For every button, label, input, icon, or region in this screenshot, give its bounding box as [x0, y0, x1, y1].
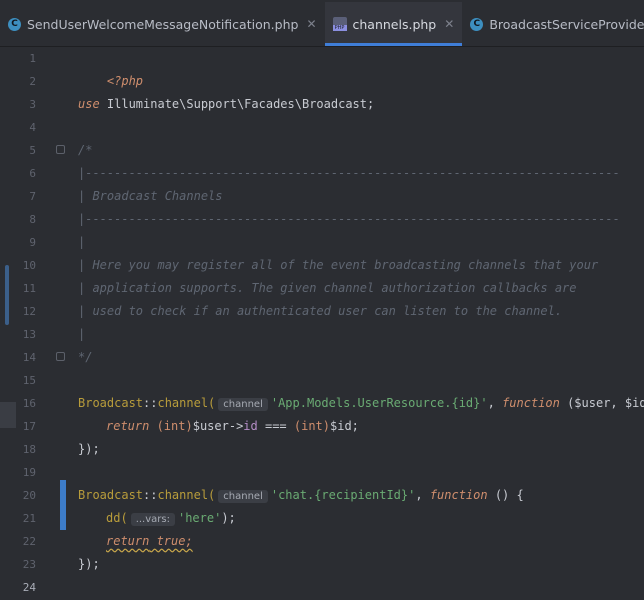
fold-toggle-icon[interactable] — [56, 145, 65, 154]
line-number: 14 — [22, 351, 36, 364]
php-file-icon — [332, 17, 347, 31]
line-number: 18 — [22, 443, 36, 456]
code-line-7: | Broadcast Channels — [78, 189, 223, 203]
return-keyword: return — [106, 534, 150, 548]
closure-args: () { — [487, 488, 524, 502]
tab-send-user-welcome[interactable]: C SendUserWelcomeMessageNotification.php… — [0, 2, 325, 46]
code-editor[interactable]: <?php use Illuminate\Support\Facades\Bro… — [66, 47, 644, 600]
code-line-11: | application supports. The given channe… — [78, 281, 577, 295]
tab-channels[interactable]: channels.php ✕ — [324, 2, 463, 46]
code-line-5: /* — [78, 143, 93, 157]
code-line-21: dd(...vars:'here'); — [106, 507, 236, 530]
class-ref: Broadcast — [78, 396, 144, 410]
function-keyword: function — [429, 488, 488, 502]
operator: -> — [228, 419, 244, 433]
tab-label: SendUserWelcomeMessageNotification.php — [27, 16, 299, 32]
boolean-literal: true; — [149, 534, 193, 548]
code-line-10: | Here you may register all of the event… — [78, 258, 599, 272]
tab-label: channels.php — [352, 16, 437, 32]
class-ref: Broadcast — [78, 488, 144, 502]
code-line-1: <?php — [78, 47, 143, 88]
line-number: 3 — [29, 98, 36, 111]
punctuation: , — [415, 488, 430, 502]
tab-label: BroadcastServiceProvider.php — [489, 16, 644, 32]
line-number: 11 — [22, 282, 36, 295]
return-keyword: return — [106, 419, 150, 433]
class-icon: C — [470, 17, 484, 31]
line-number: 21 — [22, 512, 36, 525]
line-number: 10 — [22, 259, 36, 272]
use-keyword: use — [78, 97, 100, 111]
parameter-hint: channel — [218, 490, 268, 503]
closure-args: ($user, $id) { — [567, 396, 644, 410]
line-number-gutter: 1 2 3 4 5 6 7 8 9 10 11 12 13 14 15 16 1… — [16, 47, 66, 600]
code-line-20: Broadcast::channel(channel'chat.{recipie… — [78, 484, 524, 507]
parameter-hint: channel — [218, 398, 268, 411]
left-tool-strip — [0, 47, 16, 600]
line-number: 13 — [22, 328, 36, 341]
variable: $id; — [330, 419, 359, 433]
string-literal: 'chat.{recipientId}' — [270, 488, 416, 502]
line-number: 5 — [29, 144, 36, 157]
editor-tab-bar: C SendUserWelcomeMessageNotification.php… — [0, 0, 644, 47]
line-number: 4 — [29, 121, 36, 134]
line-number: 12 — [22, 305, 36, 318]
tab-broadcast-service-provider[interactable]: C BroadcastServiceProvider.php ✕ — [462, 2, 644, 46]
code-line-23: }); — [78, 557, 100, 571]
parameter-hint: ...vars: — [130, 513, 175, 526]
line-number: 16 — [22, 397, 36, 410]
code-line-17: return (int)$user->id === (int)$id; — [106, 415, 359, 438]
line-number: 6 — [29, 167, 36, 180]
line-number: 22 — [22, 535, 36, 548]
code-line-18: }); — [78, 442, 100, 456]
operator: :: — [143, 396, 158, 410]
variable: $user — [192, 419, 229, 433]
code-line-14: */ — [78, 350, 93, 364]
close-icon[interactable]: ✕ — [306, 17, 316, 31]
line-number: 8 — [29, 213, 36, 226]
line-number: 17 — [22, 420, 36, 433]
fold-toggle-icon[interactable] — [56, 352, 65, 361]
operator: === — [257, 419, 294, 433]
scroll-marker — [5, 265, 9, 325]
string-literal: 'here' — [177, 511, 222, 525]
line-number: 19 — [22, 466, 36, 479]
line-number: 7 — [29, 190, 36, 203]
code-line-22: return true; — [106, 530, 193, 553]
code-line-12: | used to check if an authenticated user… — [78, 304, 563, 318]
line-number: 1 — [29, 52, 36, 65]
function-keyword: function — [502, 396, 560, 410]
method-call: channel( — [157, 488, 216, 502]
type-cast: (int) — [149, 419, 193, 433]
function-call: dd( — [106, 511, 128, 525]
property: id — [243, 419, 258, 433]
code-line-8: |---------------------------------------… — [78, 212, 620, 226]
namespace-text: Illuminate\Support\Facades\Broadcast; — [99, 97, 375, 111]
code-line-13: | — [78, 327, 86, 341]
code-line-3: use Illuminate\Support\Facades\Broadcast… — [78, 93, 374, 116]
line-number: 20 — [22, 489, 36, 502]
punctuation: , — [487, 396, 503, 410]
punctuation: ); — [221, 511, 236, 525]
type-cast: (int) — [293, 419, 330, 433]
code-line-16: Broadcast::channel(channel 'App.Models.Us… — [78, 392, 644, 415]
line-number: 24 — [22, 581, 36, 594]
operator: :: — [143, 488, 158, 502]
line-number: 9 — [29, 236, 36, 249]
close-icon[interactable]: ✕ — [444, 17, 454, 31]
string-literal: 'App.Models.UserResource.{id}' — [270, 396, 488, 410]
tool-window-marker — [0, 402, 16, 428]
line-number: 2 — [29, 75, 36, 88]
line-number: 23 — [22, 558, 36, 571]
code-line-6: |---------------------------------------… — [78, 166, 620, 180]
method-call: channel( — [157, 396, 216, 410]
php-open-tag: <?php — [106, 74, 144, 88]
class-icon: C — [8, 17, 21, 31]
line-number: 15 — [22, 374, 36, 387]
code-line-9: | — [78, 235, 86, 249]
